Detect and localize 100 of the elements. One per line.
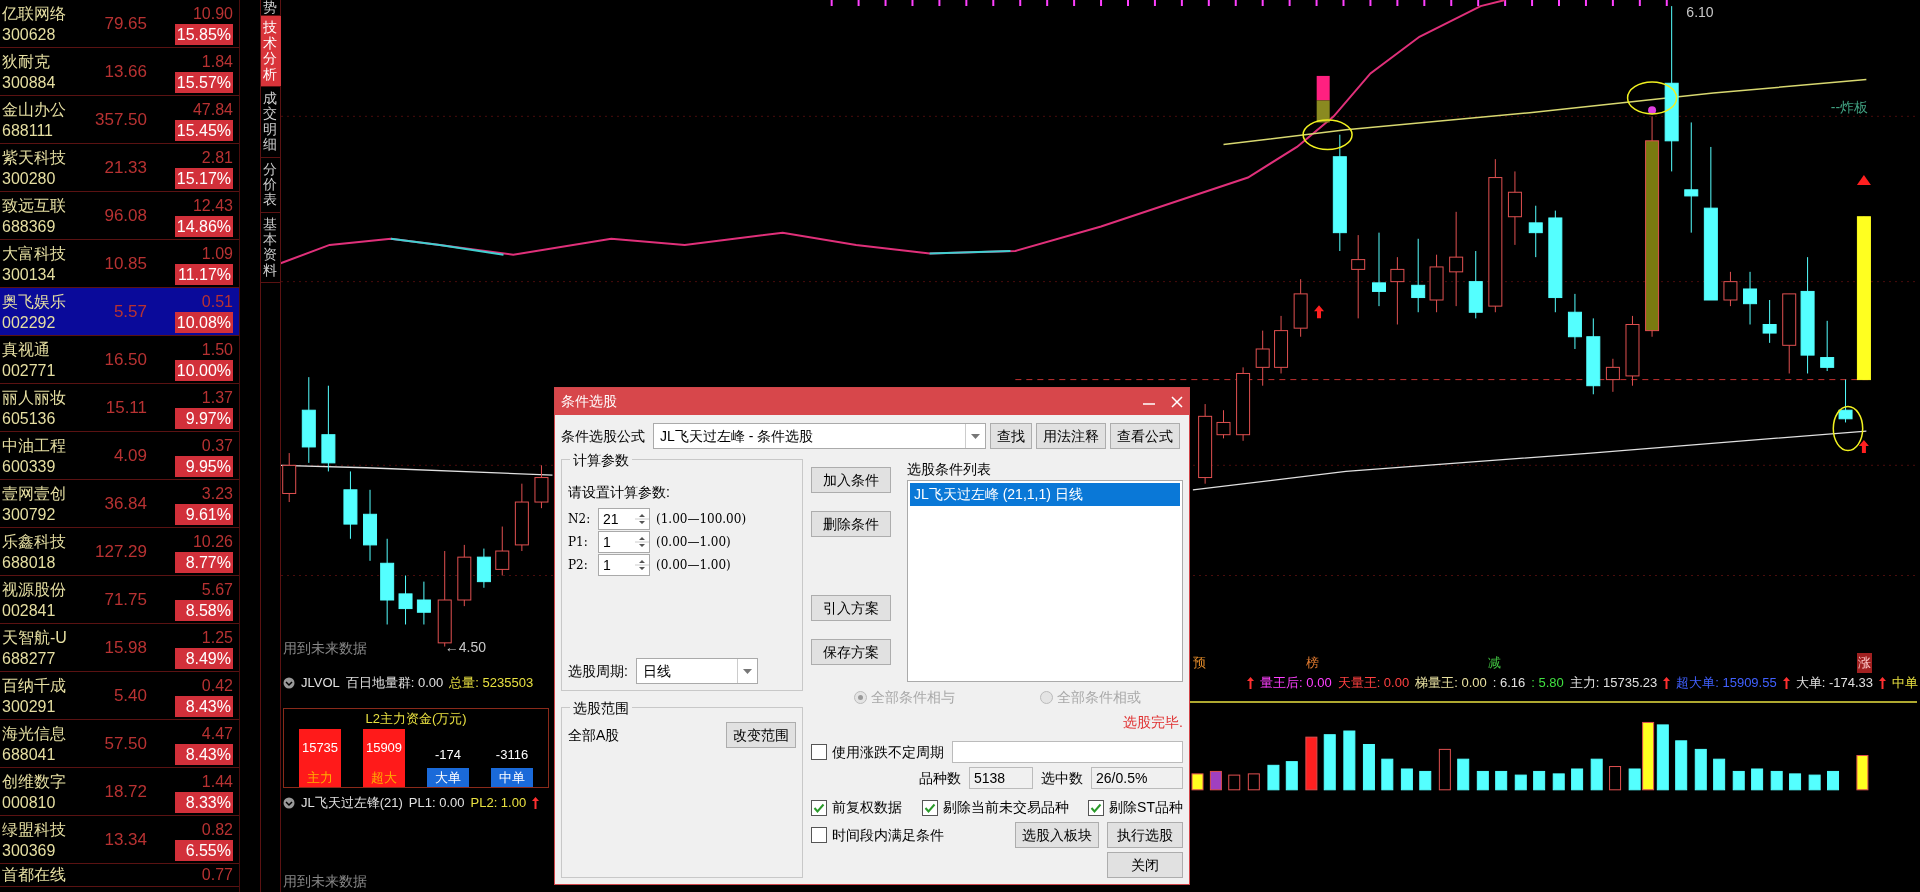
checkbox[interactable] xyxy=(811,827,827,843)
number-spinner[interactable]: 1 xyxy=(598,530,650,553)
stock-row[interactable]: 百纳千成 300291 5.40 0.42 8.43% xyxy=(0,672,239,720)
stock-row[interactable]: 视源股份 002841 71.75 5.67 8.58% xyxy=(0,576,239,624)
dialog-button[interactable]: 选股入板块 xyxy=(1015,822,1099,848)
dropdown-arrow-icon[interactable] xyxy=(971,433,980,439)
stock-row[interactable]: 丽人丽妆 605136 15.11 1.37 9.97% xyxy=(0,384,239,432)
stock-code: 688041 xyxy=(2,744,57,765)
stock-code: 688369 xyxy=(2,216,57,237)
signal-marker: 减 xyxy=(1488,654,1502,672)
stock-price: 5.57 xyxy=(112,300,147,323)
volume-bar xyxy=(1457,758,1470,791)
indicator-name: JL飞天过左锋(21) xyxy=(301,794,403,813)
field-label: 条件选股公式 xyxy=(561,426,645,446)
condition-item[interactable]: JL飞天过左峰 (21,1,1) 日线 xyxy=(910,483,1180,506)
dropdown-arrow-icon[interactable] xyxy=(742,668,752,674)
stock-row[interactable]: 奥飞娱乐 002292 5.57 0.51 10.08% xyxy=(0,288,239,336)
stock-name: 中油工程 xyxy=(2,435,67,456)
checkbox[interactable] xyxy=(921,799,938,816)
count-label: 选中数 xyxy=(1041,768,1083,788)
stock-row[interactable]: 金山办公 688111 357.50 47.84 15.45% xyxy=(0,96,239,144)
number-spinner[interactable]: 1 xyxy=(598,553,650,576)
stock-row[interactable]: 绿盟科技 300369 13.34 0.82 6.55% xyxy=(0,816,239,864)
number-spinner[interactable]: 21 xyxy=(598,507,650,530)
scope-value: 全部A股 xyxy=(568,725,620,745)
change-scope-button[interactable]: 改变范围 xyxy=(726,722,796,748)
param-name: P2: xyxy=(568,556,589,574)
volume-bar xyxy=(1267,764,1280,791)
stock-row[interactable]: 致远互联 688369 96.08 12.43 14.86% xyxy=(0,192,239,240)
checkbox-label: 使用涨跌不定周期 xyxy=(832,742,944,762)
volume-bar xyxy=(1400,768,1413,791)
candlestick xyxy=(398,575,413,625)
volume-bar xyxy=(1856,755,1869,791)
candlestick xyxy=(1762,299,1777,344)
stock-row[interactable]: 中油工程 600339 4.09 0.37 9.95% xyxy=(0,432,239,480)
stock-name: 乐鑫科技 xyxy=(2,531,67,552)
indicator-value: 量王后: 0.00 xyxy=(1260,674,1332,693)
side-tab[interactable]: 技术分析 xyxy=(261,16,281,87)
collapse-icon[interactable] xyxy=(283,677,295,689)
indicator-value: : 5.80 xyxy=(1531,674,1564,693)
stock-row[interactable]: 真视通 002771 16.50 1.50 10.00% xyxy=(0,336,239,384)
param-range: (0.00—1.00) xyxy=(656,533,731,551)
stock-row[interactable]: 亿联网络 300628 79.65 10.90 15.85% xyxy=(0,0,239,48)
volume-bar xyxy=(1694,748,1707,791)
dialog-button[interactable]: 用法注释 xyxy=(1036,423,1106,449)
side-tab[interactable]: 成交明细 xyxy=(261,86,281,158)
param-name: P1: xyxy=(568,533,589,551)
stock-name: 首都在线 xyxy=(2,865,67,885)
volume-bar xyxy=(1571,768,1584,791)
stock-row[interactable]: 紫天科技 300280 21.33 2.81 15.17% xyxy=(0,144,239,192)
checkbox[interactable] xyxy=(811,799,827,816)
text-field[interactable] xyxy=(952,741,1183,763)
side-tab[interactable]: 基本资料 xyxy=(261,212,281,284)
change-percent: 9.97% xyxy=(175,407,233,429)
change-percent: 6.55% xyxy=(175,839,233,861)
dialog-button[interactable]: 查看公式 xyxy=(1110,423,1180,449)
dialog-button[interactable]: 删除条件 xyxy=(811,511,891,537)
list-title: 选股条件列表 xyxy=(907,460,992,479)
price-change: 5.67 xyxy=(201,579,233,600)
dialog-button[interactable]: 关闭 xyxy=(1107,852,1183,878)
stock-name: 壹网壹创 xyxy=(2,483,67,504)
indicator-value: 超大单: 15909.55 xyxy=(1676,674,1777,693)
volume-bar xyxy=(1495,770,1508,791)
volume-bar xyxy=(1438,748,1451,791)
stock-price: 15.98 xyxy=(103,636,147,659)
stock-row[interactable]: 壹网壹创 300792 36.84 3.23 9.61% xyxy=(0,480,239,528)
formula-select[interactable]: JL飞天过左峰 - 条件选股 xyxy=(653,423,986,449)
stock-row[interactable]: 乐鑫科技 688018 127.29 10.26 8.77% xyxy=(0,528,239,576)
stock-row[interactable]: 狄耐克 300884 13.66 1.84 15.57% xyxy=(0,48,239,96)
price-change: 2.81 xyxy=(201,147,233,168)
chart-note: 用到未来数据 xyxy=(283,639,367,658)
signal-dot xyxy=(1648,106,1657,115)
dialog-button[interactable]: 查找 xyxy=(990,423,1032,449)
dialog-button[interactable]: 加入条件 xyxy=(811,467,891,493)
candlestick xyxy=(1723,271,1738,307)
close-icon[interactable] xyxy=(1171,395,1183,408)
stock-row[interactable]: 首都在线 0.77 xyxy=(0,864,239,887)
price-change: 0.82 xyxy=(201,819,233,840)
candlestick xyxy=(514,483,529,552)
indicator-value: PL1: 0.00 xyxy=(408,794,465,813)
dialog-button[interactable]: 保存方案 xyxy=(811,639,891,665)
stock-row[interactable]: 天智航-U 688277 15.98 1.25 8.49% xyxy=(0,624,239,672)
field-label: 选股周期: xyxy=(568,661,628,681)
candlestick xyxy=(1838,379,1853,423)
stock-price: 96.08 xyxy=(103,204,147,227)
volume-bar xyxy=(1789,773,1802,791)
stock-row[interactable]: 创维数字 000810 18.72 1.44 8.33% xyxy=(0,768,239,816)
price-change: 4.47 xyxy=(201,723,233,744)
param-range: (0.00—1.00) xyxy=(656,556,731,574)
dialog-button[interactable]: 执行选股 xyxy=(1107,822,1183,848)
checkbox[interactable] xyxy=(1088,799,1105,816)
checkbox[interactable] xyxy=(811,744,827,760)
volume-bar xyxy=(1590,758,1603,791)
side-tab[interactable]: 分价表 xyxy=(261,157,281,213)
signal-marker: 预 xyxy=(1193,654,1207,672)
stock-row[interactable]: 海光信息 688041 57.50 4.47 8.43% xyxy=(0,720,239,768)
dialog-button[interactable]: 引入方案 xyxy=(811,595,891,621)
change-percent: 15.45% xyxy=(175,119,233,141)
period-select[interactable]: 日线 xyxy=(635,658,758,684)
collapse-icon[interactable] xyxy=(283,797,295,809)
